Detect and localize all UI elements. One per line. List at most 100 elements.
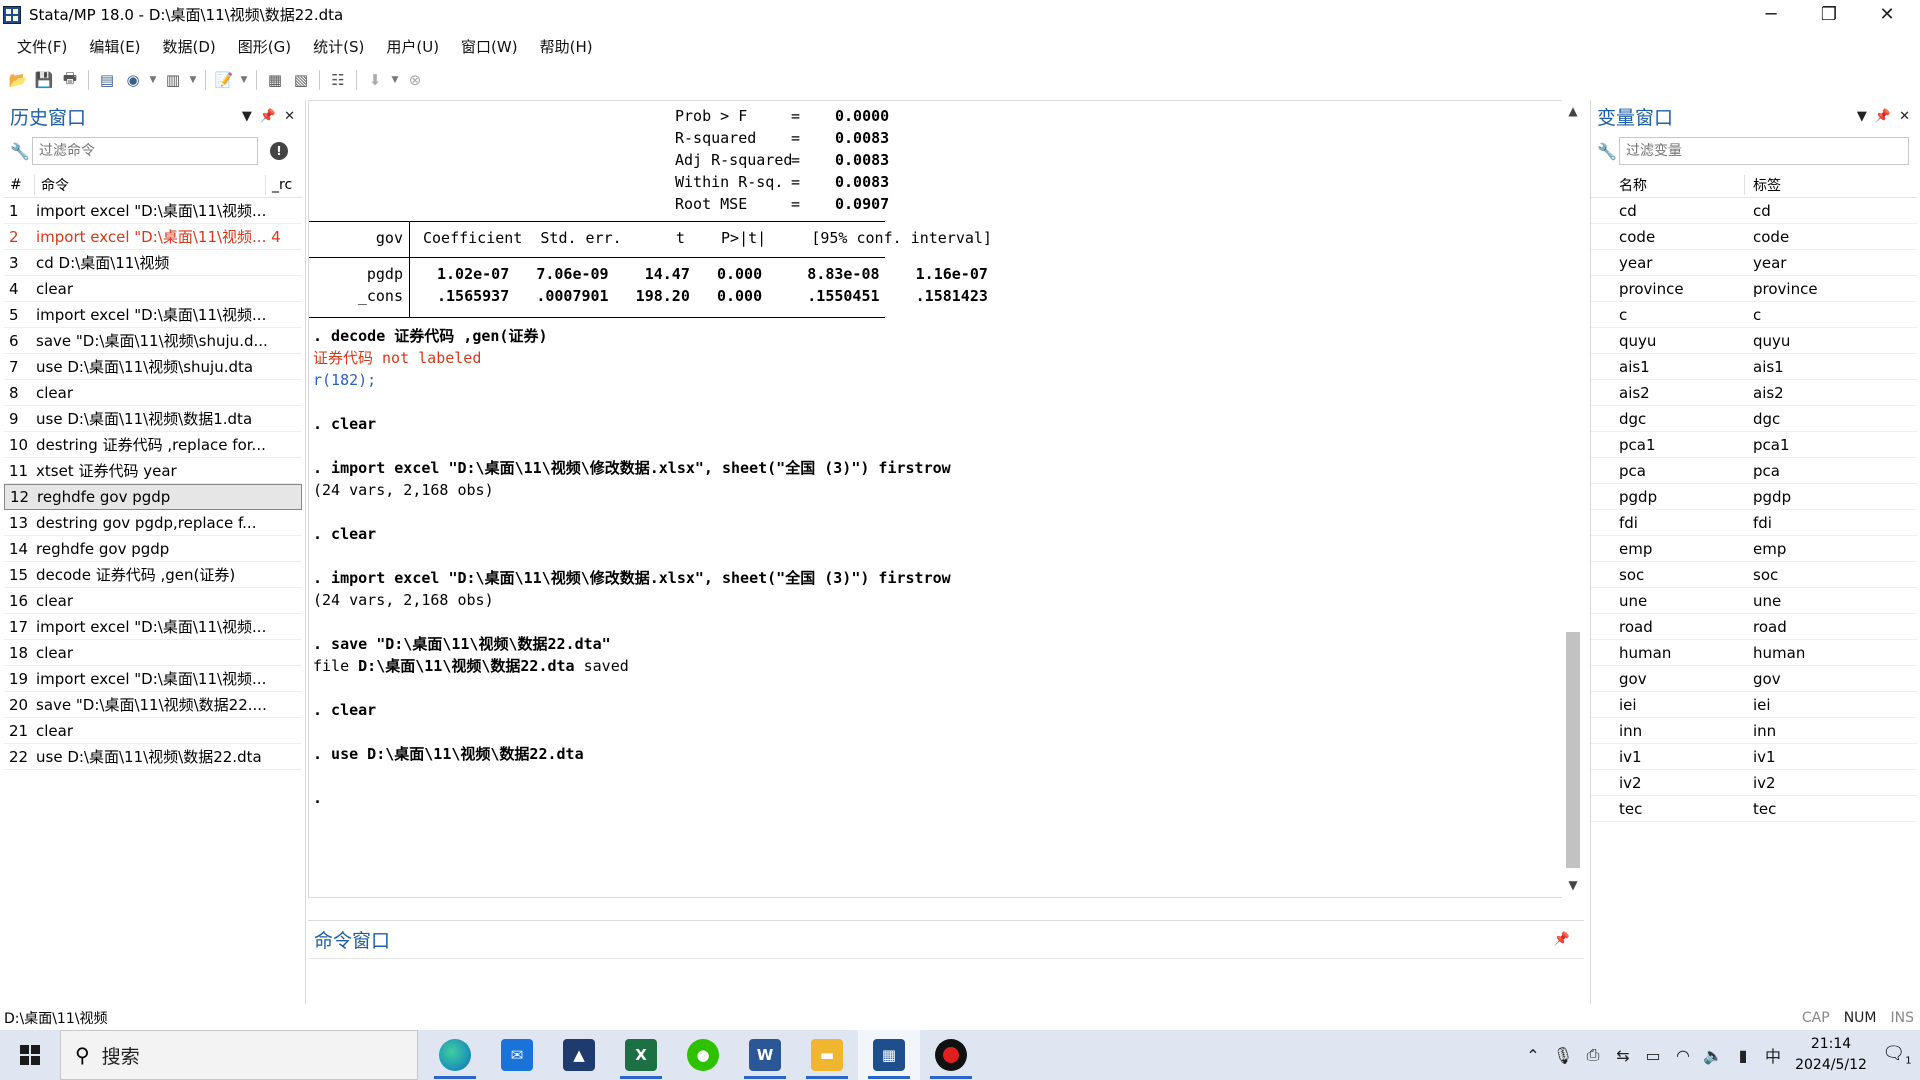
viewer-icon[interactable]: ◉ (121, 68, 145, 92)
variable-row[interactable]: une une (1591, 588, 1917, 614)
signal-icon[interactable]: ▮ (1728, 1046, 1758, 1065)
history-row[interactable]: 19 import excel "D:\桌面\11\视频... (4, 666, 302, 692)
close-icon[interactable]: ✕ (1899, 109, 1910, 124)
data-editor-icon[interactable]: ▦ (263, 68, 287, 92)
col-name-header[interactable]: 名称 (1619, 174, 1745, 195)
history-row[interactable]: 14 reghdfe gov pgdp (4, 536, 302, 562)
history-row[interactable]: 13 destring gov pgdp,replace f... (4, 510, 302, 536)
variable-row[interactable]: iei iei (1591, 692, 1917, 718)
taskbar-wechat[interactable]: ● (672, 1030, 734, 1080)
variable-row[interactable]: inn inn (1591, 718, 1917, 744)
scroll-up-icon[interactable]: ▲ (1565, 104, 1581, 118)
variable-row[interactable]: gov gov (1591, 666, 1917, 692)
break-icon[interactable]: ⊗ (403, 68, 427, 92)
history-row[interactable]: 18 clear (4, 640, 302, 666)
variable-row[interactable]: cc (1591, 302, 1917, 328)
col-cmd-header[interactable]: 命令 (34, 174, 266, 195)
history-row[interactable]: 1 import excel "D:\桌面\11\视频... (4, 198, 302, 224)
history-row[interactable]: 12 reghdfe gov pgdp (4, 484, 302, 510)
taskbar-excel[interactable]: X (610, 1030, 672, 1080)
menu-data[interactable]: 数据(D) (152, 36, 227, 57)
history-row[interactable]: 20 save "D:\桌面\11\视频\数据22.... (4, 692, 302, 718)
menu-help[interactable]: 帮助(H) (529, 36, 604, 57)
graph-icon[interactable]: ▥ (161, 68, 185, 92)
variable-row[interactable]: pca1 pca1 (1591, 432, 1917, 458)
filter-icon[interactable]: ▼ (1857, 109, 1867, 124)
variable-row[interactable]: iv1 iv1 (1591, 744, 1917, 770)
filter-icon[interactable]: ▼ (242, 109, 252, 124)
taskbar-stata[interactable]: ▦ (858, 1030, 920, 1080)
menu-user[interactable]: 用户(U) (375, 36, 450, 57)
battery-icon[interactable]: ▭ (1638, 1046, 1668, 1065)
chevron-down-icon[interactable]: ▼ (389, 68, 401, 92)
start-button[interactable] (0, 1030, 60, 1080)
variables-filter-input[interactable] (1626, 143, 1908, 159)
variable-row[interactable]: fdi fdi (1591, 510, 1917, 536)
variable-row[interactable]: code code (1591, 224, 1917, 250)
pin-icon[interactable]: 📌 (260, 109, 276, 124)
menu-file[interactable]: 文件(F) (6, 36, 78, 57)
variable-row[interactable]: tec tec (1591, 796, 1917, 822)
usb-icon[interactable]: ⇆ (1608, 1046, 1638, 1065)
wifi-icon[interactable]: ◠ (1668, 1046, 1698, 1065)
pin-icon[interactable]: 📌 (1554, 932, 1570, 947)
variables-manager-icon[interactable]: ☷ (326, 68, 350, 92)
screen-icon[interactable]: ⎙ (1578, 1045, 1608, 1065)
chevron-down-icon[interactable]: ▼ (187, 68, 199, 92)
history-row[interactable]: 6 save "D:\桌面\11\视频\shuju.d... (4, 328, 302, 354)
microphone-icon[interactable]: 🎙 (1548, 1046, 1578, 1065)
history-row[interactable]: 9 use D:\桌面\11\视频\数据1.dta (4, 406, 302, 432)
taskbar-search[interactable]: ⚲ 搜索 (60, 1030, 418, 1080)
results-scrollbar[interactable]: ▲ ▼ (1562, 100, 1584, 898)
menu-edit[interactable]: 编辑(E) (78, 36, 151, 57)
history-row[interactable]: 11 xtset 证券代码 year (4, 458, 302, 484)
taskbar-mail[interactable]: ✉ (486, 1030, 548, 1080)
menu-graphics[interactable]: 图形(G) (227, 36, 302, 57)
taskbar-edge[interactable] (424, 1030, 486, 1080)
variable-row[interactable]: human human (1591, 640, 1917, 666)
ime-indicator[interactable]: 中 (1758, 1043, 1788, 1067)
scroll-down-icon[interactable]: ▼ (1565, 878, 1581, 892)
variable-row[interactable]: iv2 iv2 (1591, 770, 1917, 796)
chevron-down-icon[interactable]: ▼ (238, 68, 250, 92)
maximize-button[interactable]: ❐ (1800, 0, 1858, 29)
minimize-button[interactable]: ─ (1742, 0, 1800, 29)
history-row[interactable]: 15 decode 证券代码 ,gen(证券) (4, 562, 302, 588)
col-rc-header[interactable]: _rc (266, 177, 292, 193)
wrench-icon[interactable]: 🔧 (8, 142, 32, 161)
history-row[interactable]: 3 cd D:\桌面\11\视频 (4, 250, 302, 276)
history-row[interactable]: 5 import excel "D:\桌面\11\视频... (4, 302, 302, 328)
col-num-header[interactable]: # (4, 177, 34, 193)
menu-statistics[interactable]: 统计(S) (302, 36, 375, 57)
history-row[interactable]: 17 import excel "D:\桌面\11\视频... (4, 614, 302, 640)
history-row[interactable]: 4 clear (4, 276, 302, 302)
save-icon[interactable]: 💾 (32, 68, 56, 92)
variable-row[interactable]: year year (1591, 250, 1917, 276)
do-file-editor-icon[interactable]: 📝 (212, 68, 236, 92)
variable-row[interactable]: dgc dgc (1591, 406, 1917, 432)
history-row[interactable]: 16 clear (4, 588, 302, 614)
menu-window[interactable]: 窗口(W) (450, 36, 529, 57)
chevron-down-icon[interactable]: ▼ (147, 68, 159, 92)
history-row[interactable]: 8 clear (4, 380, 302, 406)
history-row[interactable]: 10 destring 证券代码 ,replace for... (4, 432, 302, 458)
taskbar-app-cat[interactable]: ▲ (548, 1030, 610, 1080)
variable-row[interactable]: pgdp pgdp (1591, 484, 1917, 510)
col-label-header[interactable]: 标签 (1745, 175, 1781, 195)
history-row[interactable]: 7 use D:\桌面\11\视频\shuju.dta (4, 354, 302, 380)
variable-row[interactable]: emp emp (1591, 536, 1917, 562)
variable-row[interactable]: quyu quyu (1591, 328, 1917, 354)
clock[interactable]: 21:14 2024/5/12 (1788, 1034, 1874, 1076)
variable-row[interactable]: soc soc (1591, 562, 1917, 588)
wrench-icon[interactable]: 🔧 (1595, 142, 1619, 161)
history-row[interactable]: 2 import excel "D:\桌面\11\视频... 4 (4, 224, 302, 250)
log-icon[interactable]: ▤ (95, 68, 119, 92)
command-input[interactable] (314, 965, 1574, 997)
data-browser-icon[interactable]: ▧ (289, 68, 313, 92)
taskbar-explorer[interactable]: ▬ (796, 1030, 858, 1080)
variable-row[interactable]: cd cd (1591, 198, 1917, 224)
variable-row[interactable]: ais2 ais2 (1591, 380, 1917, 406)
open-icon[interactable]: 📂 (6, 68, 30, 92)
history-row[interactable]: 22 use D:\桌面\11\视频\数据22.dta (4, 744, 302, 770)
print-icon[interactable]: 🖶 (58, 68, 82, 92)
